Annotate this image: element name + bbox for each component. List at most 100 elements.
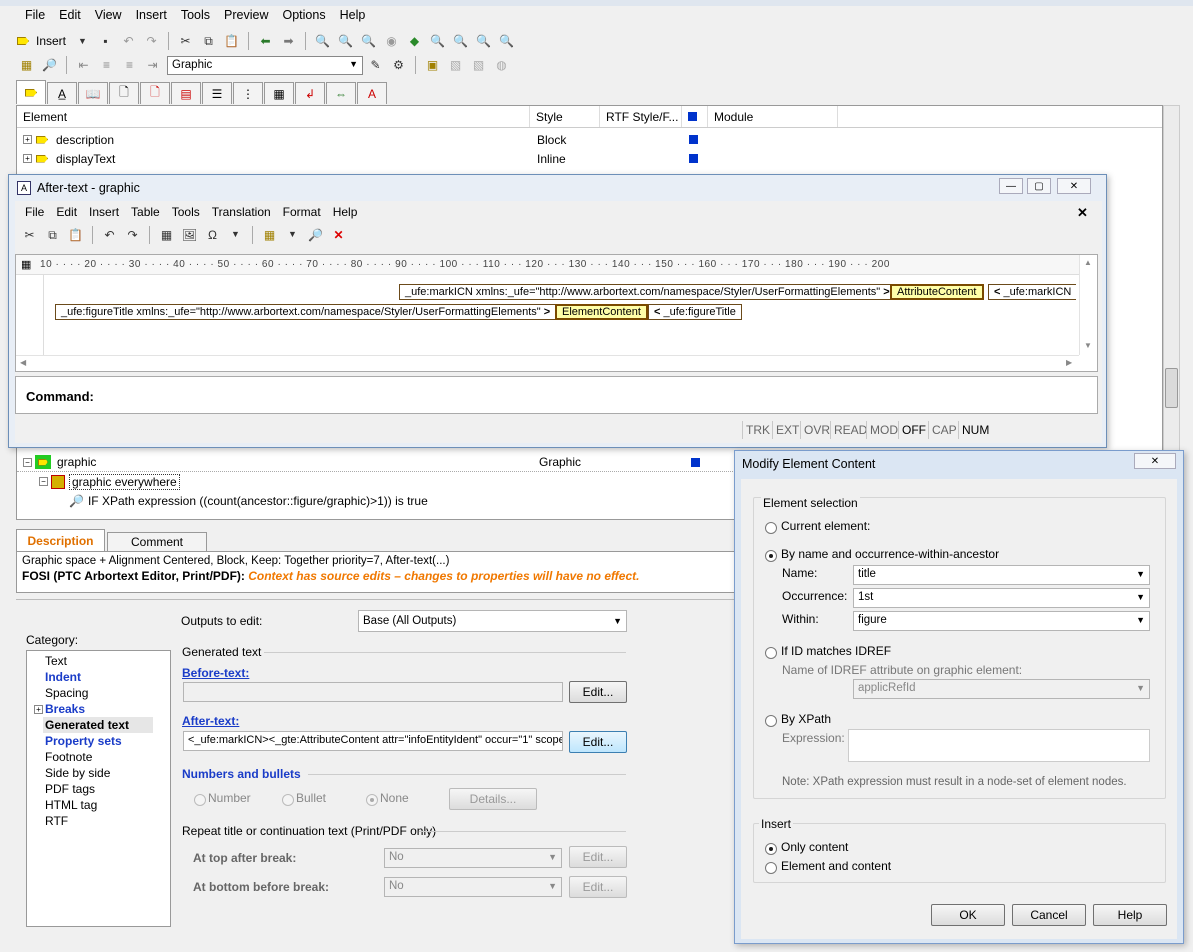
xpath-radio[interactable] xyxy=(765,713,777,727)
after-text-field[interactable]: <_ufe:markICN><_gte:AttributeContent att… xyxy=(183,731,563,751)
preview-rtf-icon[interactable]: 🔍 xyxy=(450,31,471,52)
cancel-button[interactable]: Cancel xyxy=(1012,904,1086,926)
menu-insert[interactable]: Insert xyxy=(129,6,174,26)
style-edit-icon[interactable]: ✎ xyxy=(365,55,386,76)
omega-icon[interactable]: Ω xyxy=(202,224,223,245)
paste-icon[interactable]: 📋 xyxy=(221,31,242,52)
tab-span[interactable]: ⇔ xyxy=(326,82,356,104)
preview-pdf-icon[interactable]: 🔍 xyxy=(335,31,356,52)
number-radio[interactable] xyxy=(194,792,206,806)
paste-icon[interactable]: 📋 xyxy=(65,224,86,245)
attribute-content-tag[interactable]: AttributeContent xyxy=(890,284,984,300)
tab-pdf[interactable]: 🗋 xyxy=(140,82,170,104)
col-color[interactable] xyxy=(682,106,708,127)
insert-dropdown-icon[interactable]: ▼ xyxy=(72,31,93,52)
insert-button[interactable]: Insert xyxy=(32,34,70,48)
idref-select[interactable]: applicRefId ▼ xyxy=(853,679,1150,699)
within-select[interactable]: figure ▼ xyxy=(853,611,1150,631)
chevron-down-icon[interactable]: ▼ xyxy=(282,224,303,245)
tab-tags[interactable]: ▤ xyxy=(171,82,201,104)
dialog-close-button[interactable]: ✕ xyxy=(1134,453,1176,469)
category-side-by-side[interactable]: Side by side xyxy=(45,766,110,780)
top-break-select[interactable]: No ▼ xyxy=(384,848,562,868)
menu-format[interactable]: Format xyxy=(277,203,327,223)
details-button[interactable]: Details... xyxy=(449,788,537,810)
menu-translation[interactable]: Translation xyxy=(206,203,277,223)
idref-radio[interactable] xyxy=(765,645,777,659)
element-content-tag[interactable]: ElementContent xyxy=(555,304,648,320)
after-edit-button[interactable]: Edit... xyxy=(569,731,627,753)
close-document-icon[interactable]: ✕ xyxy=(1077,205,1088,221)
current-element-radio[interactable] xyxy=(765,520,777,534)
category-html-tag[interactable]: HTML tag xyxy=(45,798,97,812)
command-area[interactable]: Command: xyxy=(15,376,1098,414)
category-spacing[interactable]: Spacing xyxy=(45,686,88,700)
preview-green-icon[interactable]: ◆ xyxy=(404,31,425,52)
redo-icon[interactable]: ↷ xyxy=(122,224,143,245)
ok-button[interactable]: OK xyxy=(931,904,1005,926)
menu-preview[interactable]: Preview xyxy=(217,6,275,26)
align-left-icon[interactable]: ≡ xyxy=(96,55,117,76)
bullet-radio[interactable] xyxy=(282,792,294,806)
menu-table[interactable]: Table xyxy=(125,203,166,223)
tab-comment[interactable]: Comment xyxy=(107,532,207,551)
expand-icon[interactable]: + xyxy=(34,705,43,714)
find-element-icon[interactable]: 🔎 xyxy=(39,55,60,76)
tag-close-figuretitle[interactable]: < _ufe:figureTitle xyxy=(648,304,742,320)
preview-epub-icon[interactable]: 🔍 xyxy=(496,31,517,52)
element-tree-icon[interactable]: ▦ xyxy=(16,55,37,76)
col-style[interactable]: Style xyxy=(530,106,600,127)
top-break-edit-button[interactable]: Edit... xyxy=(569,846,627,868)
tab-table[interactable]: ▦ xyxy=(264,82,294,104)
save-icon[interactable]: ▪ xyxy=(95,31,116,52)
col-module[interactable]: Module xyxy=(708,106,838,127)
back-icon[interactable]: ⬅ xyxy=(255,31,276,52)
help-button[interactable]: Help xyxy=(1093,904,1167,926)
category-pdf-tags[interactable]: PDF tags xyxy=(45,782,95,796)
category-indent[interactable]: Indent xyxy=(45,670,81,684)
menu-insert[interactable]: Insert xyxy=(83,203,125,223)
minimize-button[interactable]: — xyxy=(999,178,1023,194)
maximize-button[interactable]: ▢ xyxy=(1027,178,1051,194)
editor-vscroll[interactable]: ▲ ▼ xyxy=(1079,255,1097,355)
property-set-icon[interactable]: ▣ xyxy=(422,55,443,76)
by-name-radio[interactable] xyxy=(765,548,777,562)
scroll-thumb[interactable] xyxy=(1165,368,1178,408)
collapse-icon[interactable]: − xyxy=(23,457,32,467)
menu-file[interactable]: File xyxy=(19,203,50,223)
undo-icon[interactable]: ↶ xyxy=(118,31,139,52)
preview-gray-icon[interactable]: ◉ xyxy=(381,31,402,52)
menu-tools[interactable]: Tools xyxy=(174,6,217,26)
table-row[interactable]: + displayText Inline xyxy=(17,149,1157,168)
copy-icon[interactable]: ⧉ xyxy=(198,31,219,52)
tag-close-markicn[interactable]: < _ufe:markICN xyxy=(988,284,1077,300)
before-edit-button[interactable]: Edit... xyxy=(569,681,627,703)
col-element[interactable]: Element xyxy=(17,106,530,127)
tab-elements[interactable] xyxy=(16,80,46,104)
outputs-select[interactable]: Base (All Outputs) ▼ xyxy=(358,610,627,632)
menu-options[interactable]: Options xyxy=(276,6,333,26)
expand-icon[interactable]: + xyxy=(23,154,32,163)
delete-markup-icon[interactable]: ✕ xyxy=(328,224,349,245)
copy-icon[interactable]: ⧉ xyxy=(42,224,63,245)
context-row[interactable]: − graphic everywhere xyxy=(17,472,717,491)
condition-row[interactable]: 🔎 IF XPath expression ((count(ancestor::… xyxy=(17,491,717,510)
expand-icon[interactable]: + xyxy=(23,135,32,144)
tab-list[interactable]: ⋮ xyxy=(233,82,263,104)
preview-html-icon[interactable]: 🔍 xyxy=(427,31,448,52)
bottom-break-edit-button[interactable]: Edit... xyxy=(569,876,627,898)
expression-field[interactable] xyxy=(848,729,1150,762)
close-button[interactable]: ✕ xyxy=(1057,178,1091,194)
cut-icon[interactable]: ✂ xyxy=(175,31,196,52)
find-icon[interactable]: 🔎 xyxy=(305,224,326,245)
element-content-radio[interactable] xyxy=(765,860,777,874)
indent-icon[interactable]: ⇥ xyxy=(142,55,163,76)
undo-icon[interactable]: ↶ xyxy=(99,224,120,245)
menu-file[interactable]: File xyxy=(18,6,52,26)
category-generated-text[interactable]: Generated text xyxy=(45,718,129,732)
preview-web-icon[interactable]: 🔍 xyxy=(473,31,494,52)
graphic-icon[interactable]: 🖼 xyxy=(179,224,200,245)
tab-link[interactable]: ↲ xyxy=(295,82,325,104)
collapse-icon[interactable]: − xyxy=(39,477,48,486)
editor-hscroll[interactable]: ◀ ▶ xyxy=(16,355,1079,371)
